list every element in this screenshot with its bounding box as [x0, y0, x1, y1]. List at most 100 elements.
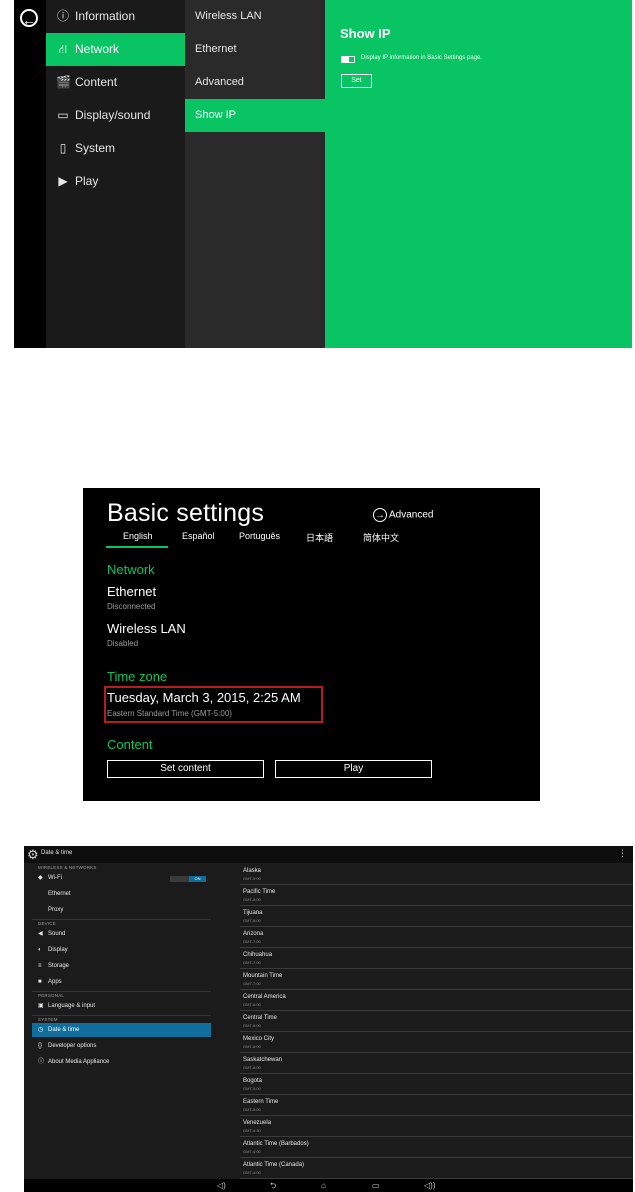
menu-item-network[interactable]: ⛙ Network	[46, 33, 185, 66]
timezone-name: Saskatchewan	[243, 1057, 283, 1063]
settings-item-developer[interactable]: {} Developer options	[32, 1039, 211, 1053]
menu-item-system[interactable]: ▯ System	[46, 132, 185, 165]
back-arrow-icon[interactable]: ←	[20, 9, 38, 28]
volume-down-icon[interactable]: ◁)	[217, 1180, 226, 1191]
settings-item-wifi[interactable]: ◆ Wi-Fi ON	[32, 871, 211, 885]
timezone-row[interactable]: Mountain Time GMT-7:00	[240, 968, 633, 990]
lang-tab-english[interactable]: English	[123, 531, 153, 541]
timezone-list: Alaska GMT-9:00 Pacific Time GMT-8:00 Tijuan…	[240, 863, 633, 1179]
timezone-row[interactable]: Atlantic Time (Canada) GMT-4:00	[240, 1157, 633, 1179]
timezone-offset: GMT-6:00	[243, 1023, 261, 1028]
timezone-offset: GMT-4:00	[243, 1170, 261, 1175]
settings-item-sound[interactable]: ◀ Sound	[32, 927, 211, 941]
timezone-name: Mountain Time	[243, 973, 283, 979]
submenu-ethernet[interactable]: Ethernet	[185, 33, 325, 66]
timezone-row[interactable]: Atlantic Time (Barbados) GMT-4:00	[240, 1136, 633, 1158]
settings-item-display[interactable]: ◐ Display	[32, 943, 211, 957]
item-label: Apps	[48, 979, 62, 985]
timezone-row[interactable]: Eastern Time GMT-5:00	[240, 1094, 633, 1116]
settings-item-language[interactable]: ▣ Language & input	[32, 999, 211, 1013]
timezone-name: Chihuahua	[243, 952, 273, 958]
timezone-row[interactable]: Pacific Time GMT-8:00	[240, 884, 633, 906]
back-column: ←	[14, 0, 46, 348]
menu-item-display-sound[interactable]: ▭ Display/sound	[46, 99, 185, 132]
lang-tab-chinese[interactable]: 简体中文	[363, 531, 399, 544]
item-label: Language & input	[48, 1003, 96, 1009]
menu-item-information[interactable]: ⓘ Information	[46, 0, 185, 33]
timezone-row[interactable]: Venezuela GMT-4:30	[240, 1115, 633, 1137]
system-icon: ▯	[59, 141, 67, 155]
overflow-menu-icon[interactable]: ⋮	[618, 848, 627, 859]
speaker-icon: ◀	[38, 931, 43, 937]
timezone-offset: GMT-7:00	[243, 939, 261, 944]
ethernet-title[interactable]: Ethernet	[107, 584, 156, 599]
wifi-toggle[interactable]: ON	[170, 876, 206, 882]
timezone-name: Alaska	[243, 868, 262, 874]
timezone-name: Bogota	[243, 1078, 263, 1084]
volume-up-icon[interactable]: ◁))	[424, 1180, 435, 1191]
timezone-row[interactable]: Arizona GMT-7:00	[240, 926, 633, 948]
settings-item-ethernet[interactable]: Ethernet	[32, 887, 211, 901]
menu-label: Content	[75, 75, 118, 89]
home-icon[interactable]: ⌂	[321, 1180, 326, 1191]
system-navigation-bar: ◁) ⮌ ⌂ ▭ ◁))	[24, 1179, 633, 1192]
menu-label: System	[75, 141, 116, 155]
lang-tab-portugues[interactable]: Português	[239, 531, 280, 541]
submenu-wireless-lan[interactable]: Wireless LAN	[185, 0, 325, 33]
timezone-row[interactable]: Central America GMT-6:00	[240, 989, 633, 1011]
timezone-row[interactable]: Mexico City GMT-6:00	[240, 1031, 633, 1053]
page-title: Basic settings	[107, 499, 265, 527]
settings-item-apps[interactable]: ■ Apps	[32, 975, 211, 989]
timezone-row[interactable]: Alaska GMT-9:00	[240, 863, 633, 885]
set-content-button[interactable]: Set content	[107, 760, 264, 778]
advanced-button[interactable]: → Advanced	[373, 508, 433, 522]
lang-tab-espanol[interactable]: Español	[182, 531, 215, 541]
timezone-row[interactable]: Chihuahua GMT-7:00	[240, 947, 633, 969]
advanced-label: Advanced	[389, 509, 434, 521]
timezone-name: Pacific Time	[243, 889, 276, 895]
settings-item-proxy[interactable]: Proxy	[32, 903, 211, 917]
apps-icon: ■	[38, 979, 42, 985]
set-button[interactable]: Set	[341, 74, 372, 88]
divider	[32, 919, 211, 920]
arrow-right-icon: →	[373, 508, 387, 522]
timezone-value: Eastern Standard Time (GMT-5:00)	[107, 709, 232, 718]
settings-item-storage[interactable]: ≡ Storage	[32, 959, 211, 973]
wireless-title[interactable]: Wireless LAN	[107, 621, 186, 636]
timezone-offset: GMT-7:00	[243, 981, 261, 986]
info-icon: ⓘ	[56, 9, 69, 23]
menu-label: Network	[75, 42, 120, 56]
back-icon[interactable]: ⮌	[270, 1180, 276, 1191]
wifi-icon: ◆	[38, 875, 43, 881]
timezone-name: Venezuela	[243, 1120, 272, 1126]
settings-item-about[interactable]: ⓘ About Media Appliance	[32, 1055, 211, 1069]
menu-item-play[interactable]: ▶ Play	[46, 165, 185, 198]
timezone-offset: GMT-8:00	[243, 918, 261, 923]
submenu-show-ip[interactable]: Show IP	[185, 99, 325, 132]
lang-tab-japanese[interactable]: 日本語	[306, 531, 333, 544]
datetime-value[interactable]: Tuesday, March 3, 2015, 2:25 AM	[107, 690, 301, 705]
timezone-name: Central America	[243, 994, 286, 1000]
menu-item-content[interactable]: 🎬 Content	[46, 66, 185, 99]
timezone-row[interactable]: Bogota GMT-5:00	[240, 1073, 633, 1095]
network-header: Network	[107, 562, 155, 577]
language-icon: ▣	[38, 1003, 44, 1009]
menu-label: Information	[75, 9, 136, 23]
toggle-text: ON	[189, 876, 206, 882]
timezone-offset: GMT-5:00	[243, 1086, 261, 1091]
settings-list: WIRELESS & NETWORKS ◆ Wi-Fi ON Ethernet …	[32, 863, 211, 1179]
timezone-offset: GMT-4:00	[243, 1149, 261, 1154]
recent-apps-icon[interactable]: ▭	[372, 1180, 380, 1191]
submenu-advanced[interactable]: Advanced	[185, 66, 325, 99]
timezone-offset: GMT-6:00	[243, 1044, 261, 1049]
timezone-row[interactable]: Tijuana GMT-8:00	[240, 905, 633, 927]
timezone-row[interactable]: Central Time GMT-6:00	[240, 1010, 633, 1032]
menu-label: Play	[75, 174, 99, 188]
settings-item-date-time[interactable]: ◷ Date & time	[32, 1023, 211, 1037]
show-ip-toggle[interactable]	[341, 56, 355, 63]
timezone-row[interactable]: Saskatchewan GMT-6:00	[240, 1052, 633, 1074]
play-button[interactable]: Play	[275, 760, 432, 778]
brightness-icon: ◐	[38, 947, 42, 953]
item-label: About Media Appliance	[48, 1059, 110, 1065]
item-label: Storage	[48, 963, 70, 969]
